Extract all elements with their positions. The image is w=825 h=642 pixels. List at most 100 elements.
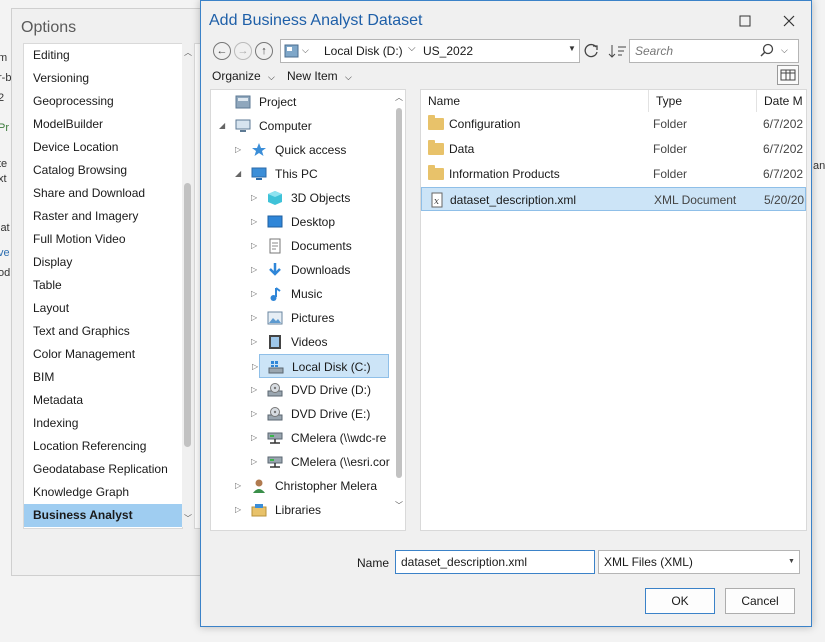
options-category-item[interactable]: Color Management (24, 343, 182, 366)
download-icon (267, 262, 283, 278)
tree-vertical-scrollbar[interactable]: ︿ ﹀ (395, 92, 403, 512)
chevron-down-icon[interactable]: ⌵ (302, 45, 309, 56)
view-options-button[interactable] (777, 65, 799, 85)
options-category-item[interactable]: Versioning (24, 67, 182, 90)
organize-menu[interactable]: Organize ⌵ (212, 69, 275, 83)
tree-item[interactable]: ▷ Desktop (211, 210, 389, 234)
expand-icon[interactable]: ▷ (235, 474, 241, 498)
expand-icon[interactable]: ▷ (251, 186, 257, 210)
ok-button[interactable]: OK (645, 588, 715, 614)
expand-icon[interactable]: ▷ (235, 498, 241, 522)
expand-icon[interactable]: ▷ (252, 355, 258, 379)
tree-item[interactable]: ▷ DVD Drive (D:) (211, 378, 389, 402)
tree-item[interactable]: Project (211, 90, 389, 114)
expand-icon[interactable]: ▷ (251, 330, 257, 354)
tree-item[interactable]: ▷ Quick access (211, 138, 389, 162)
search-icon[interactable] (759, 43, 775, 59)
expand-icon[interactable]: ▷ (251, 258, 257, 282)
expand-icon[interactable]: ▷ (251, 450, 257, 474)
column-header-type[interactable]: Type (649, 90, 757, 112)
collapse-icon[interactable]: ◢ (235, 162, 241, 186)
expand-icon[interactable]: ▷ (251, 402, 257, 426)
breadcrumb-folder[interactable]: US_2022 (423, 44, 473, 58)
search-dropdown-icon[interactable]: ⌵ (781, 45, 788, 56)
options-category-item[interactable]: Raster and Imagery (24, 205, 182, 228)
column-header-name[interactable]: Name (421, 90, 649, 112)
close-button[interactable] (777, 11, 801, 31)
expand-icon[interactable]: ▷ (251, 210, 257, 234)
file-row[interactable]: Configuration Folder 6/7/202 (421, 112, 806, 136)
expand-icon[interactable]: ▷ (235, 138, 241, 162)
options-category-item[interactable]: Device Location (24, 136, 182, 159)
options-category-item[interactable]: Business Analyst (24, 504, 182, 527)
file-type-select[interactable]: XML Files (XML) ▼ (598, 550, 800, 574)
scroll-down-arrow-icon[interactable]: ﹀ (395, 500, 403, 511)
scroll-up-arrow-icon[interactable]: ︿ (184, 47, 192, 58)
tree-item[interactable]: ▷ 3D Objects (211, 186, 389, 210)
expand-icon[interactable]: ▷ (251, 282, 257, 306)
tree-item[interactable]: ▷ Christopher Melera (211, 474, 389, 498)
refresh-button[interactable] (582, 41, 602, 61)
file-list[interactable]: Name Type Date M Configuration Folder 6/7/… (420, 89, 807, 531)
tree-item[interactable]: ▷ Music (211, 282, 389, 306)
expand-icon[interactable]: ▷ (251, 306, 257, 330)
options-category-item[interactable]: Layout (24, 297, 182, 320)
tree-item-label: Videos (291, 335, 328, 349)
expand-icon[interactable]: ▷ (251, 426, 257, 450)
cancel-button[interactable]: Cancel (725, 588, 795, 614)
options-category-item[interactable]: Share and Download (24, 182, 182, 205)
file-row[interactable]: Information Products Folder 6/7/202 (421, 162, 806, 186)
options-category-item[interactable]: Table (24, 274, 182, 297)
options-category-item[interactable]: Metadata (24, 389, 182, 412)
tree-item[interactable]: ▷ CMelera (\\esri.cor (211, 450, 390, 474)
options-category-item[interactable]: Display (24, 251, 182, 274)
options-category-item[interactable]: BIM (24, 366, 182, 389)
options-category-item[interactable]: Editing (24, 44, 182, 67)
options-category-item[interactable]: Indexing (24, 412, 182, 435)
tree-item[interactable]: ▷ Pictures (211, 306, 389, 330)
new-item-menu[interactable]: New Item ⌵ (287, 69, 352, 83)
collapse-icon[interactable]: ◢ (219, 114, 225, 138)
options-list-scrollbar[interactable]: ︿ ﹀ (182, 43, 194, 527)
search-box[interactable]: Search ⌵ (629, 39, 799, 63)
options-category-item[interactable]: Catalog Browsing (24, 159, 182, 182)
tree-vscroll-thumb[interactable] (396, 108, 402, 478)
file-row[interactable]: x dataset_description.xml XML Document 5/20… (421, 187, 806, 211)
up-button[interactable]: ↑ (255, 42, 273, 60)
tree-item[interactable]: ▷ CMelera (\\wdc-re (211, 426, 389, 450)
options-category-item[interactable]: Knowledge Graph (24, 481, 182, 504)
expand-icon[interactable]: ▷ (251, 234, 257, 258)
tree-item[interactable]: ▷ Libraries (211, 498, 389, 522)
tree-item[interactable]: ◢ Computer (211, 114, 389, 138)
options-category-item[interactable]: Full Motion Video (24, 228, 182, 251)
breadcrumb-separator-icon[interactable]: ⌵ (408, 43, 416, 54)
options-title: Options (21, 19, 77, 36)
column-header-date[interactable]: Date M (757, 90, 806, 112)
options-category-item[interactable]: Location Referencing (24, 435, 182, 458)
navigation-tree[interactable]: Project ◢ Computer ▷ Quick access ◢ This PC ▷ 3D… (210, 89, 406, 531)
options-category-item[interactable]: Geodatabase Replication (24, 458, 182, 481)
options-category-item[interactable]: Geoprocessing (24, 90, 182, 113)
options-scroll-thumb[interactable] (184, 183, 191, 447)
clipped-left-text-fragment: r-b (0, 72, 12, 84)
tree-item[interactable]: ▷ Documents (211, 234, 389, 258)
back-button[interactable]: ← (213, 42, 231, 60)
address-bar[interactable]: ⌵ Local Disk (D:) ⌵ US_2022 ▼ (280, 39, 580, 63)
tree-item[interactable]: ▷ Local Disk (C:) (252, 354, 389, 378)
file-name-input[interactable] (395, 550, 595, 574)
breadcrumb-drive[interactable]: Local Disk (D:) (324, 44, 403, 58)
forward-button[interactable]: → (234, 42, 252, 60)
tree-item[interactable]: ▷ DVD Drive (E:) (211, 402, 389, 426)
tree-item[interactable]: ▷ Downloads (211, 258, 389, 282)
file-row[interactable]: Data Folder 6/7/202 (421, 137, 806, 161)
sort-button[interactable] (607, 41, 629, 61)
expand-icon[interactable]: ▷ (251, 378, 257, 402)
address-dropdown-icon[interactable]: ▼ (568, 44, 576, 53)
options-category-item[interactable]: Text and Graphics (24, 320, 182, 343)
scroll-down-arrow-icon[interactable]: ﹀ (184, 513, 192, 524)
tree-item[interactable]: ◢ This PC (211, 162, 389, 186)
options-category-item[interactable]: ModelBuilder (24, 113, 182, 136)
scroll-up-arrow-icon[interactable]: ︿ (395, 92, 403, 103)
tree-item[interactable]: ▷ Videos (211, 330, 389, 354)
maximize-button[interactable] (733, 11, 757, 31)
